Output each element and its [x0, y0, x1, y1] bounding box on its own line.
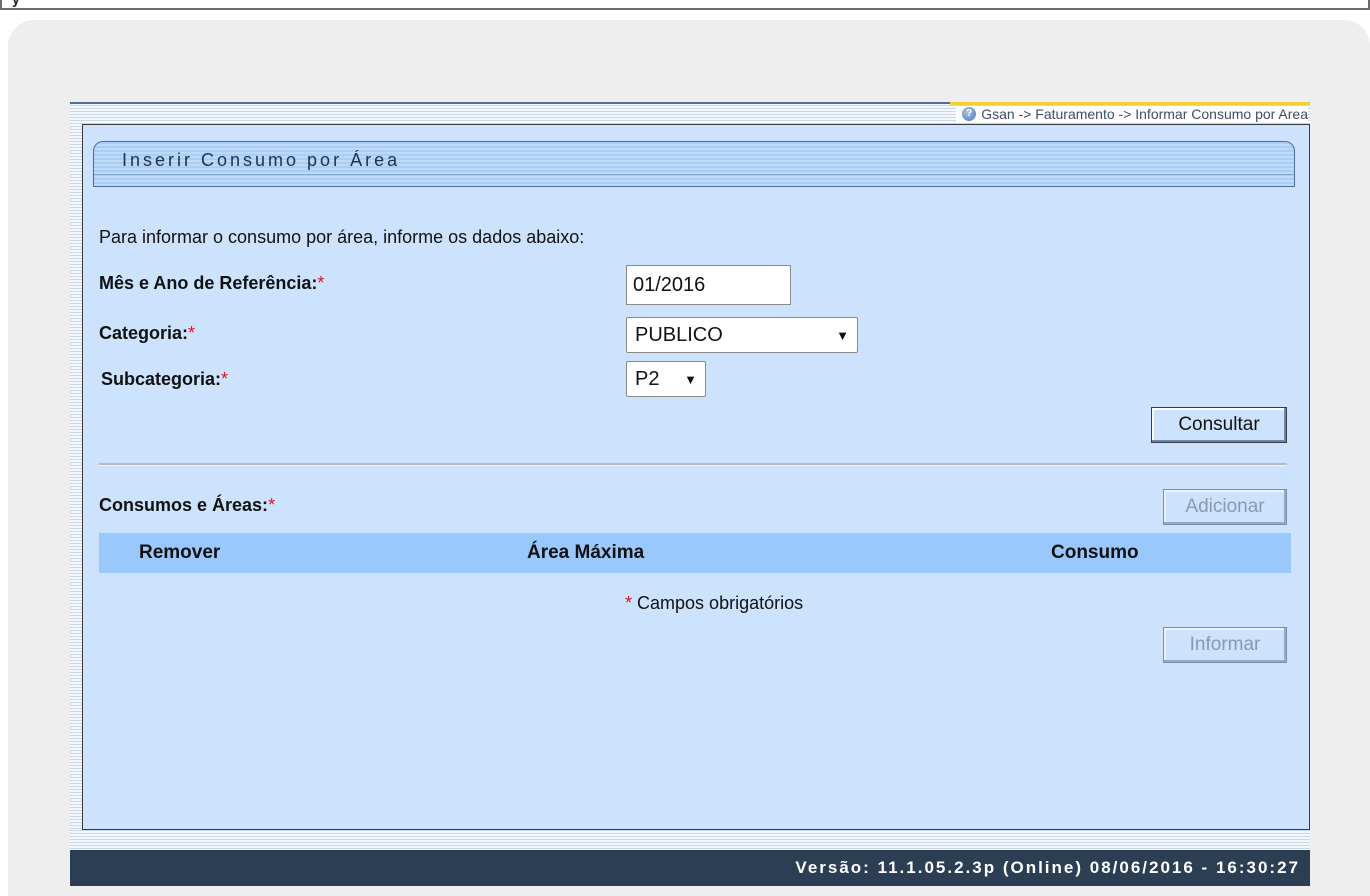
required-marker: *	[268, 495, 276, 515]
breadcrumb: ? Gsan -> Faturamento -> Informar Consum…	[956, 106, 1308, 122]
required-marker: *	[188, 323, 196, 343]
required-fields-note: * Campos obrigatórios	[625, 593, 803, 614]
reference-month-year-input[interactable]: 01/2016	[626, 265, 791, 305]
title-bar: Inserir Consumo por Área	[93, 141, 1295, 187]
categoria-label-text: Categoria:	[99, 323, 189, 343]
top-strip-glyph: y	[12, 0, 20, 7]
consultar-button[interactable]: Consultar	[1151, 407, 1287, 443]
subcategoria-label-text: Subcategoria:	[101, 369, 222, 389]
app-frame: ? Gsan -> Faturamento -> Informar Consum…	[70, 100, 1310, 886]
categoria-selected-value: PUBLICO	[635, 323, 723, 346]
required-marker: *	[317, 273, 325, 293]
main-panel: Inserir Consumo por Área Para informar o…	[82, 124, 1310, 830]
section-divider	[99, 463, 1287, 466]
help-icon[interactable]: ?	[962, 107, 977, 121]
required-marker: *	[625, 593, 633, 613]
categoria-select[interactable]: PUBLICO ▼	[626, 317, 858, 353]
top-window-strip: y	[0, 0, 1370, 10]
required-marker: *	[221, 369, 229, 389]
column-header-area-maxima: Área Máxima	[527, 542, 645, 563]
intro-text: Para informar o consumo por área, inform…	[99, 227, 585, 247]
required-note-text: Campos obrigatórios	[637, 593, 804, 613]
reference-label: Mês e Ano de Referência:*	[99, 273, 324, 294]
categoria-label: Categoria:*	[99, 323, 195, 344]
top-line-decoration	[70, 102, 950, 104]
column-header-consumo: Consumo	[1051, 542, 1139, 563]
consumos-label-text: Consumos e Áreas:	[99, 495, 269, 515]
consumos-label: Consumos e Áreas:*	[99, 495, 275, 516]
title-bar-divider	[94, 174, 1294, 175]
left-stripe-decoration	[70, 102, 82, 840]
reference-label-text: Mês e Ano de Referência:	[99, 273, 318, 293]
table-header: Remover Área Máxima Consumo	[99, 533, 1291, 573]
footer-bar: Versão: 11.1.05.2.3p (Online) 08/06/2016…	[70, 850, 1310, 886]
adicionar-button[interactable]: Adicionar	[1163, 489, 1287, 525]
version-text: Versão: 11.1.05.2.3p (Online) 08/06/2016…	[795, 858, 1300, 877]
page-title: Inserir Consumo por Área	[122, 150, 401, 170]
chevron-down-icon: ▼	[836, 327, 849, 343]
informar-button[interactable]: Informar	[1163, 627, 1287, 663]
subcategoria-selected-value: P2	[635, 367, 660, 390]
column-header-remover: Remover	[139, 542, 221, 563]
top-accent-line	[950, 102, 1310, 105]
subcategoria-select[interactable]: P2 ▼	[626, 361, 706, 397]
chevron-down-icon: ▼	[684, 371, 697, 387]
bottom-stripe-decoration	[70, 830, 1310, 850]
subcategoria-label: Subcategoria:*	[101, 369, 228, 390]
breadcrumb-text: Gsan -> Faturamento -> Informar Consumo …	[981, 106, 1308, 122]
